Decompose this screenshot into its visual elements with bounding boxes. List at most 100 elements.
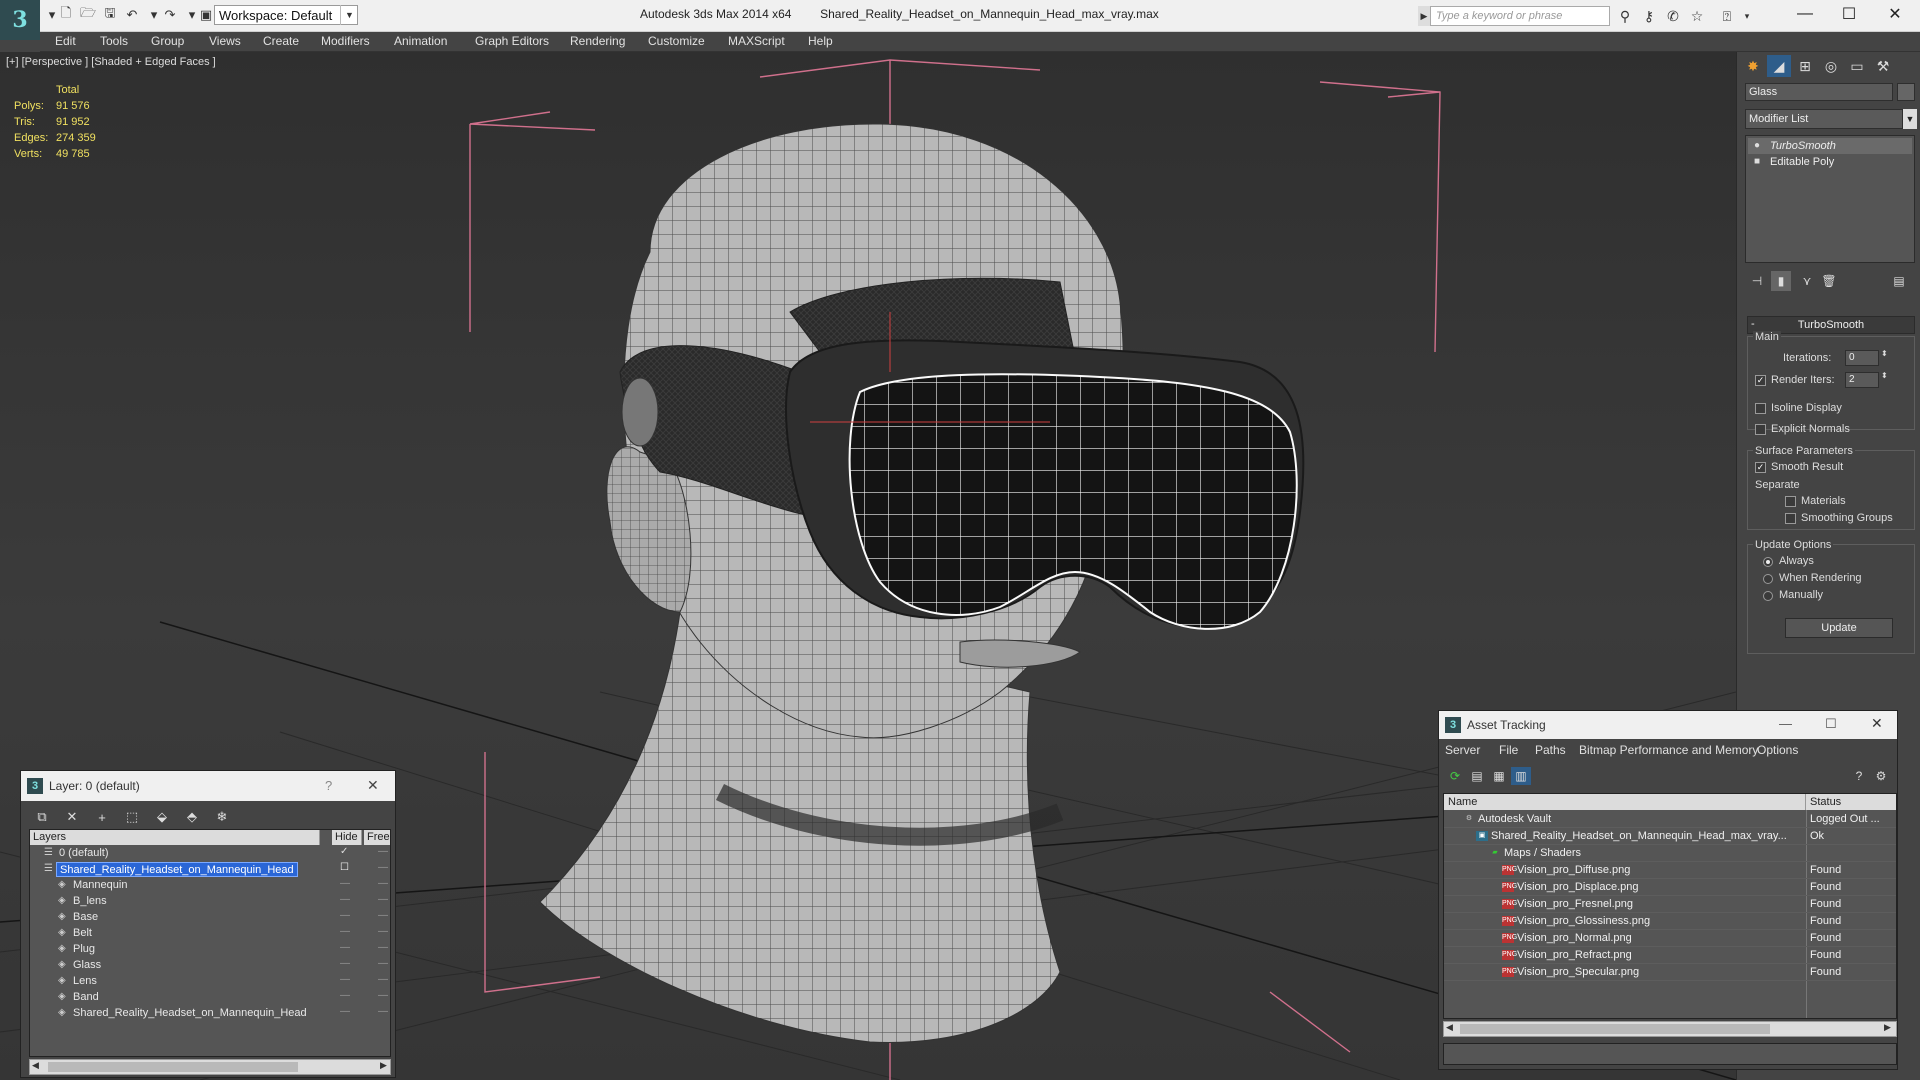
- scroll-right-icon[interactable]: ▶: [1884, 1022, 1891, 1033]
- layer-row[interactable]: ☰ Shared_Reality_Headset_on_Mannequin_Hea…: [30, 862, 390, 878]
- hide-toggle[interactable]: —: [340, 910, 352, 921]
- object-name-field[interactable]: Glass: [1745, 83, 1893, 101]
- menu-graph-editors[interactable]: Graph Editors: [475, 34, 549, 48]
- asset-menu-server[interactable]: Server: [1445, 743, 1480, 757]
- workspace-select[interactable]: Workspace: Default: [214, 5, 358, 25]
- hide-toggle[interactable]: —: [340, 894, 352, 905]
- menu-group[interactable]: Group: [151, 34, 184, 48]
- freeze-toggle[interactable]: —: [378, 862, 390, 873]
- iterations-spinner[interactable]: 0: [1845, 350, 1879, 366]
- new-layer-icon[interactable]: ⧉: [31, 807, 53, 827]
- smoothing-groups-checkbox[interactable]: [1785, 513, 1796, 524]
- expand-plus-icon[interactable]: ■: [1754, 156, 1760, 167]
- close-icon[interactable]: ✕: [1871, 715, 1883, 732]
- hide-toggle[interactable]: —: [340, 926, 352, 937]
- asset-row[interactable]: ⚙ Autodesk Vault Logged Out ...: [1444, 811, 1896, 828]
- new-file-icon[interactable]: 🗋: [56, 5, 76, 24]
- maximize-icon[interactable]: ☐: [1826, 0, 1872, 28]
- asset-menu-file[interactable]: File: [1499, 743, 1518, 757]
- favorites-star-icon[interactable]: ☆: [1686, 6, 1708, 26]
- spinner-arrows-icon[interactable]: ⬍: [1881, 371, 1888, 380]
- asset-row[interactable]: PNG Vision_pro_Glossiness.png Found: [1444, 913, 1896, 930]
- when-rendering-radio[interactable]: [1763, 574, 1773, 584]
- hide-all-icon[interactable]: ⬘: [181, 807, 203, 827]
- layer-row[interactable]: ☰ 0 (default) ✓ —: [30, 846, 390, 862]
- smooth-result-checkbox[interactable]: ✓: [1755, 462, 1766, 473]
- motion-tab-icon[interactable]: ◎: [1819, 55, 1843, 77]
- make-unique-icon[interactable]: ⋎: [1797, 271, 1817, 291]
- table-view-icon[interactable]: ▥: [1511, 767, 1531, 785]
- menu-create[interactable]: Create: [263, 34, 299, 48]
- asset-row[interactable]: PNG Vision_pro_Refract.png Found: [1444, 947, 1896, 964]
- menu-maxscript[interactable]: MAXScript: [728, 34, 785, 48]
- modify-tab-icon[interactable]: ◢: [1767, 55, 1791, 77]
- help-icon[interactable]: ⍰: [1716, 6, 1738, 26]
- layer-name[interactable]: Plug: [70, 942, 98, 957]
- asset-menu-bitmap-performance[interactable]: Bitmap Performance and Memory: [1579, 743, 1758, 757]
- layer-dialog-titlebar[interactable]: 3 Layer: 0 (default) ? ✕: [21, 771, 395, 801]
- undo-icon[interactable]: ↶: [122, 6, 142, 24]
- render-iters-checkbox[interactable]: ✓: [1755, 375, 1766, 386]
- asset-row[interactable]: ▣ Shared_Reality_Headset_on_Mannequin_Hea…: [1444, 828, 1896, 845]
- layer-name[interactable]: 0 (default): [56, 846, 112, 861]
- stack-item-turbosmooth[interactable]: ● TurboSmooth: [1748, 138, 1912, 154]
- hide-toggle[interactable]: —: [340, 990, 352, 1001]
- layer-name[interactable]: Mannequin: [70, 878, 130, 893]
- stack-item-editable-poly[interactable]: ■ Editable Poly: [1748, 154, 1912, 170]
- binoculars-icon[interactable]: ⚲: [1614, 6, 1636, 26]
- layer-row[interactable]: ◈ Shared_Reality_Headset_on_Mannequin_Hea…: [30, 1006, 390, 1022]
- infocenter-search-input[interactable]: Type a keyword or phrase: [1430, 6, 1610, 26]
- layer-row[interactable]: ◈ B_lens — —: [30, 894, 390, 910]
- scrollbar-thumb[interactable]: [48, 1062, 298, 1072]
- subscription-key-icon[interactable]: ⚷: [1638, 6, 1660, 26]
- layer-name[interactable]: Shared_Reality_Headset_on_Mannequin_Head: [70, 1006, 310, 1021]
- asset-horizontal-scrollbar[interactable]: ◀ ▶: [1443, 1021, 1897, 1037]
- layer-name[interactable]: Lens: [70, 974, 100, 989]
- layer-name[interactable]: Band: [70, 990, 102, 1005]
- project-folder-icon[interactable]: ▣: [196, 6, 216, 24]
- render-iters-spinner[interactable]: 2: [1845, 372, 1879, 388]
- freeze-toggle[interactable]: —: [378, 878, 390, 889]
- collapse-icon[interactable]: -: [1751, 318, 1755, 330]
- lightbulb-icon[interactable]: ●: [1754, 140, 1760, 151]
- hide-toggle[interactable]: —: [340, 958, 352, 969]
- delete-layer-icon[interactable]: ✕: [61, 807, 83, 827]
- hierarchy-tab-icon[interactable]: ⊞: [1793, 55, 1817, 77]
- asset-dialog-titlebar[interactable]: 3 Asset Tracking — ☐ ✕: [1439, 711, 1897, 739]
- asset-row[interactable]: ▰ Maps / Shaders: [1444, 845, 1896, 862]
- create-tab-icon[interactable]: ✸: [1741, 55, 1765, 77]
- layer-row[interactable]: ◈ Plug — —: [30, 942, 390, 958]
- asset-row[interactable]: PNG Vision_pro_Fresnel.png Found: [1444, 896, 1896, 913]
- asset-row[interactable]: PNG Vision_pro_Specular.png Found: [1444, 964, 1896, 981]
- minimize-icon[interactable]: —: [1779, 716, 1792, 731]
- workspace-dropdown-icon[interactable]: ▼: [340, 5, 358, 25]
- asset-row[interactable]: PNG Vision_pro_Normal.png Found: [1444, 930, 1896, 947]
- freeze-column-header[interactable]: Free: [364, 830, 390, 845]
- help-icon[interactable]: ?: [1849, 767, 1869, 785]
- viewport-label[interactable]: [+] [Perspective ] [Shaded + Edged Faces…: [6, 56, 216, 68]
- utilities-tab-icon[interactable]: ⚒: [1871, 55, 1895, 77]
- scrollbar-thumb[interactable]: [1460, 1024, 1770, 1034]
- open-folder-icon[interactable]: 🗁: [78, 5, 98, 24]
- layer-name[interactable]: Base: [70, 910, 101, 925]
- hide-column-header[interactable]: Hide: [332, 830, 362, 845]
- freeze-toggle[interactable]: —: [378, 894, 390, 905]
- spinner-arrows-icon[interactable]: ⬍: [1881, 349, 1888, 358]
- communication-center-icon[interactable]: ✆: [1662, 6, 1684, 26]
- object-color-swatch[interactable]: [1897, 83, 1915, 101]
- always-radio[interactable]: [1763, 557, 1773, 567]
- list-view-icon[interactable]: ▤: [1467, 767, 1487, 785]
- close-icon[interactable]: ✕: [367, 777, 379, 794]
- layer-row[interactable]: ◈ Lens — —: [30, 974, 390, 990]
- freeze-all-icon[interactable]: ❄: [211, 807, 233, 827]
- layer-row[interactable]: ◈ Belt — —: [30, 926, 390, 942]
- minimize-icon[interactable]: —: [1782, 0, 1828, 28]
- redo-icon[interactable]: ↷: [160, 6, 180, 24]
- hide-toggle[interactable]: —: [340, 878, 352, 889]
- layer-row[interactable]: ◈ Mannequin — —: [30, 878, 390, 894]
- hide-toggle[interactable]: —: [340, 942, 352, 953]
- layer-name[interactable]: Belt: [70, 926, 95, 941]
- freeze-toggle[interactable]: —: [378, 958, 390, 969]
- layer-row[interactable]: ◈ Glass — —: [30, 958, 390, 974]
- freeze-toggle[interactable]: —: [378, 974, 390, 985]
